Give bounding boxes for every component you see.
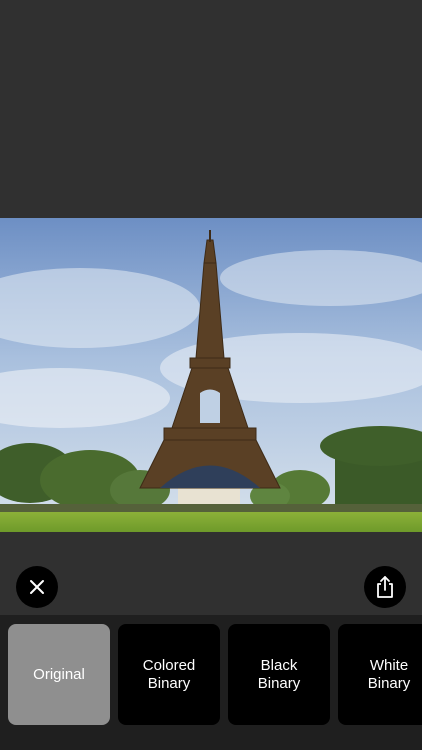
filter-original[interactable]: Original bbox=[8, 624, 110, 725]
share-icon bbox=[377, 576, 393, 598]
filter-strip[interactable]: Original Colored Binary Black Binary Whi… bbox=[0, 615, 422, 750]
filter-white-binary[interactable]: White Binary bbox=[338, 624, 422, 725]
close-button[interactable] bbox=[16, 566, 58, 608]
eiffel-tower-image bbox=[0, 218, 422, 532]
photo-preview bbox=[0, 218, 422, 532]
share-button[interactable] bbox=[364, 566, 406, 608]
close-icon bbox=[30, 580, 44, 594]
filter-colored-binary[interactable]: Colored Binary bbox=[118, 624, 220, 725]
filter-black-binary[interactable]: Black Binary bbox=[228, 624, 330, 725]
